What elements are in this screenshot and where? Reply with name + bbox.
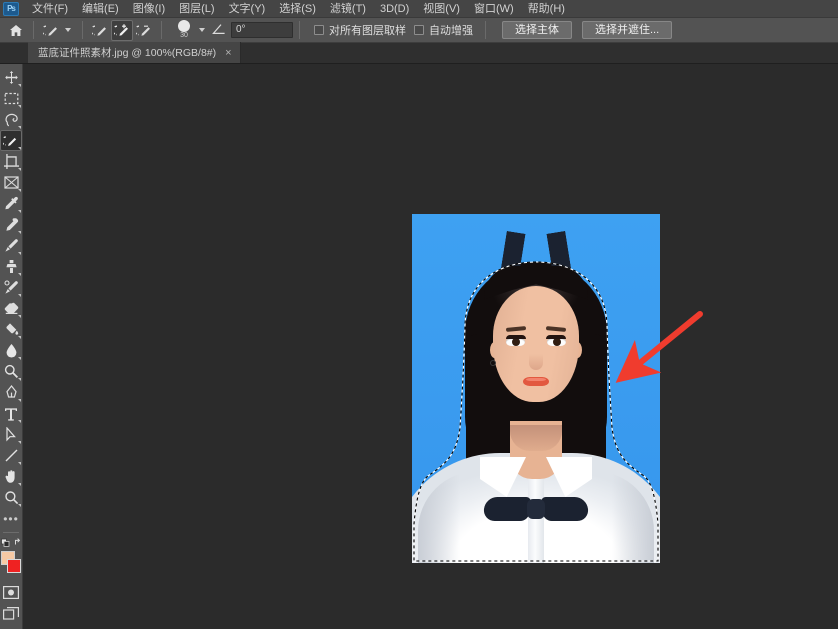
nose: [529, 354, 543, 370]
brush-chevron-down-icon[interactable]: [199, 28, 205, 32]
default-colors-icon[interactable]: [0, 536, 22, 548]
bow-knot: [527, 499, 545, 519]
sample-all-layers-label: 对所有图层取样: [329, 25, 406, 37]
clone-stamp-tool[interactable]: [0, 256, 22, 277]
spot-healing-brush-tool[interactable]: [0, 214, 22, 235]
horizontal-type-tool[interactable]: [0, 403, 22, 424]
bow-tie: [482, 497, 590, 521]
ellipsis-icon: •••: [3, 511, 19, 526]
bow-loop-left: [482, 497, 532, 521]
home-icon[interactable]: [5, 19, 27, 41]
app-logo-icon: Ps: [3, 1, 19, 16]
document-image[interactable]: [412, 214, 660, 563]
line-shape-tool[interactable]: [0, 445, 22, 466]
menu-edit[interactable]: 编辑(E): [75, 0, 126, 18]
lasso-tool[interactable]: [0, 109, 22, 130]
eyedropper-tool[interactable]: [0, 193, 22, 214]
menu-window[interactable]: 窗口(W): [467, 0, 521, 18]
menu-help[interactable]: 帮助(H): [521, 0, 572, 18]
menu-file[interactable]: 文件(F): [25, 0, 75, 18]
menu-layer[interactable]: 图层(L): [172, 0, 221, 18]
divider: [485, 21, 486, 39]
brush-tool[interactable]: [0, 235, 22, 256]
angle-input[interactable]: 0°: [231, 22, 293, 38]
photoshop-window: Ps 文件(F) 编辑(E) 图像(I) 图层(L) 文字(Y) 选择(S) 滤…: [0, 0, 838, 629]
menu-type[interactable]: 文字(Y): [222, 0, 273, 18]
divider: [161, 21, 162, 39]
edit-toolbar-more-icon[interactable]: •••: [0, 508, 22, 529]
selection-new-icon[interactable]: [89, 20, 111, 41]
auto-enhance-checkbox[interactable]: 自动增强: [414, 22, 473, 38]
rectangular-marquee-tool[interactable]: [0, 88, 22, 109]
path-selection-tool[interactable]: [0, 424, 22, 445]
dodge-icon[interactable]: [0, 361, 22, 382]
crop-tool[interactable]: [0, 151, 22, 172]
angle-icon: [212, 23, 226, 38]
brush-size-picker[interactable]: 30: [172, 20, 196, 40]
menu-image[interactable]: 图像(I): [126, 0, 172, 18]
foreground-background-color[interactable]: [0, 550, 22, 576]
quick-selection-tool[interactable]: [0, 130, 22, 151]
auto-enhance-label: 自动增强: [429, 25, 473, 37]
frame-tool[interactable]: [0, 172, 22, 193]
quick-mask-icon[interactable]: [0, 582, 22, 603]
divider: [33, 21, 34, 39]
canvas-area[interactable]: [23, 64, 838, 629]
tool-preset-picker[interactable]: [40, 20, 62, 41]
history-brush-tool[interactable]: [0, 277, 22, 298]
earring: [490, 360, 496, 366]
close-icon[interactable]: ×: [225, 47, 231, 59]
screen-mode-icon[interactable]: [0, 603, 22, 624]
bow-loop-right: [540, 497, 590, 521]
paint-bucket-icon[interactable]: [0, 319, 22, 340]
checkbox-box: [314, 25, 324, 35]
brush-size-value: 30: [180, 32, 188, 39]
options-bar: 30 0° 对所有图层取样 自动增强 选择主体 选择并遮住...: [0, 18, 838, 43]
eraser-tool[interactable]: [0, 298, 22, 319]
document-tab[interactable]: 蓝底证件照素材.jpg @ 100%(RGB/8#) ×: [28, 42, 241, 63]
pupil-left: [511, 338, 520, 346]
lip-highlight: [526, 378, 546, 381]
menu-bar: Ps 文件(F) 编辑(E) 图像(I) 图层(L) 文字(Y) 选择(S) 滤…: [0, 0, 838, 18]
eye-right: [547, 338, 566, 346]
eyelid-right: [546, 335, 566, 339]
background-color-swatch[interactable]: [7, 559, 21, 573]
tools-panel: •••: [0, 64, 23, 629]
menu-filter[interactable]: 滤镜(T): [323, 0, 373, 18]
checkbox-box: [414, 25, 424, 35]
eye-left: [506, 338, 525, 346]
brush-preview-icon: [178, 20, 190, 32]
selection-subtract-icon[interactable]: [133, 20, 155, 41]
selection-add-icon[interactable]: [111, 19, 133, 41]
sample-all-layers-checkbox[interactable]: 对所有图层取样: [314, 22, 406, 38]
hand-tool[interactable]: [0, 466, 22, 487]
document-tab-title: 蓝底证件照素材.jpg @ 100%(RGB/8#): [38, 47, 217, 59]
divider: [299, 21, 300, 39]
eyelid-left: [506, 335, 526, 339]
menu-select[interactable]: 选择(S): [272, 0, 323, 18]
tool-preset-chevron-down-icon[interactable]: [65, 28, 71, 32]
divider: [3, 532, 19, 533]
divider: [82, 21, 83, 39]
menu-3d[interactable]: 3D(D): [373, 0, 416, 18]
move-tool[interactable]: [0, 67, 22, 88]
pupil-right: [552, 338, 561, 346]
select-and-mask-button[interactable]: 选择并遮住...: [582, 21, 673, 39]
zoom-tool[interactable]: [0, 487, 22, 508]
select-subject-button[interactable]: 选择主体: [502, 21, 572, 39]
blur-drop-icon[interactable]: [0, 340, 22, 361]
menu-view[interactable]: 视图(V): [416, 0, 467, 18]
document-tab-bar: 蓝底证件照素材.jpg @ 100%(RGB/8#) ×: [0, 42, 838, 64]
pen-tool[interactable]: [0, 382, 22, 403]
